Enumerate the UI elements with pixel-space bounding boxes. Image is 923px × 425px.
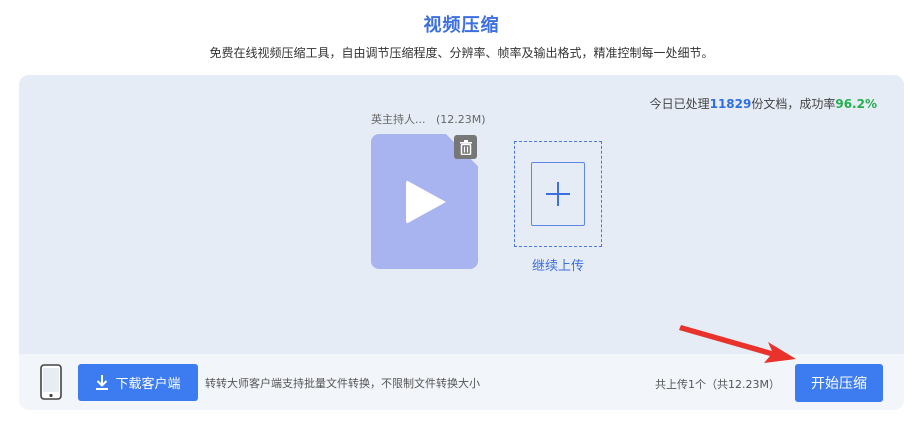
client-hint-text: 转转大师客户端支持批量文件转换，不限制文件转换大小 (205, 377, 480, 390)
processed-count: 11829 (709, 97, 752, 111)
download-icon (96, 375, 109, 390)
file-name: 英主持人... (371, 113, 426, 126)
stats-prefix: 今日已处理 (649, 97, 710, 111)
stats-middle: 份文档，成功率 (751, 97, 836, 111)
delete-file-button[interactable] (454, 135, 477, 159)
upload-panel: 今日已处理11829份文档，成功率96.2% 英主持人... (12.23M) … (19, 75, 904, 354)
trash-icon (459, 139, 472, 155)
download-client-label: 下载客户端 (115, 377, 181, 392)
download-client-button[interactable]: 下载客户端 (78, 364, 198, 401)
add-file-inner (531, 162, 585, 226)
add-file-button[interactable] (514, 141, 602, 247)
processing-stats: 今日已处理11829份文档，成功率96.2% (650, 95, 877, 112)
upload-summary: 共上传1个（共12.23M） (655, 378, 780, 391)
video-play-icon (406, 180, 446, 224)
file-name-label: 英主持人... (12.23M) (371, 111, 486, 127)
start-compress-button[interactable]: 开始压缩 (795, 364, 883, 402)
page-title: 视频压缩 (423, 15, 500, 36)
page-subtitle: 免费在线视频压缩工具，自由调节压缩程度、分辨率、帧率及输出格式，精准控制每一处细… (209, 46, 714, 60)
bottom-action-bar: 下载客户端 转转大师客户端支持批量文件转换，不限制文件转换大小 共上传1个（共1… (19, 354, 904, 410)
file-size: (12.23M) (436, 113, 486, 126)
continue-upload-link[interactable]: 继续上传 (514, 255, 602, 274)
phone-icon (40, 364, 62, 400)
plus-icon (546, 182, 570, 206)
success-rate: 96.2% (835, 97, 877, 111)
